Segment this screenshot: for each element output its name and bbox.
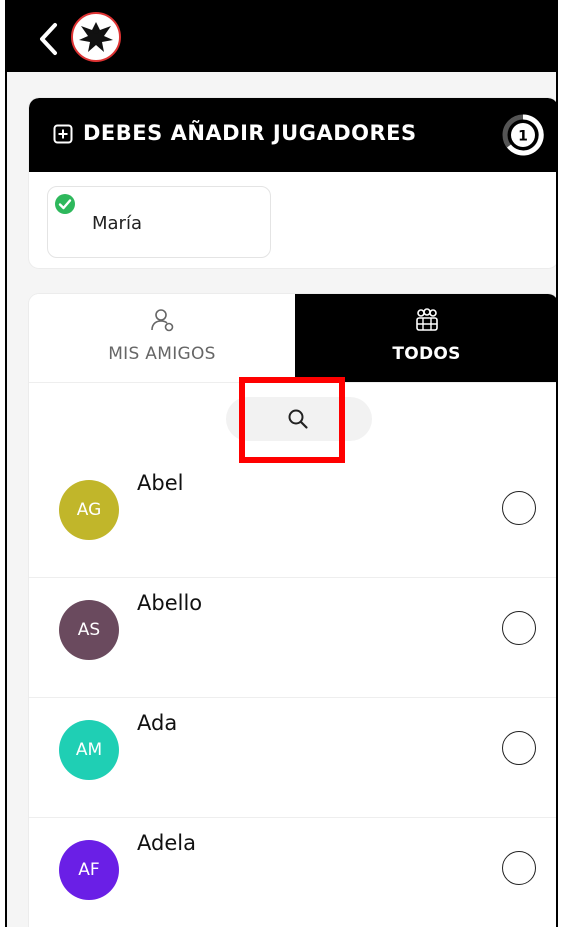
group-icon — [415, 308, 438, 331]
player-row[interactable]: AM Ada — [29, 698, 556, 818]
search-icon — [288, 409, 308, 429]
player-row[interactable]: AF Adela — [29, 818, 556, 927]
player-list-card: MIS AMIGOS TODOS AG Abel AS Abello AM Ad… — [29, 294, 556, 927]
app-frame: DEBES AÑADIR JUGADORES 1 María MIS AMIGO… — [5, 0, 558, 927]
player-name: Abel — [137, 471, 184, 495]
progress-ring-icon: 1 — [502, 114, 544, 156]
back-button[interactable] — [35, 22, 65, 56]
check-circle-icon — [55, 194, 75, 214]
player-row[interactable]: AG Abel — [29, 458, 556, 578]
player-name: Abello — [137, 591, 203, 615]
select-radio[interactable] — [502, 491, 536, 525]
counter-value: 1 — [518, 129, 528, 145]
avatar: AG — [59, 480, 119, 540]
required-players-card: DEBES AÑADIR JUGADORES 1 María — [29, 98, 556, 268]
select-radio[interactable] — [502, 851, 536, 885]
avatar: AM — [59, 720, 119, 780]
player-row[interactable]: AS Abello — [29, 578, 556, 698]
tab-todos[interactable]: TODOS — [295, 294, 556, 382]
club-logo — [71, 12, 121, 62]
avatar: AF — [59, 840, 119, 900]
player-name: Ada — [137, 711, 178, 735]
player-name: Adela — [137, 831, 196, 855]
selected-player-chip[interactable]: María — [47, 186, 271, 258]
tab-todos-label: TODOS — [392, 344, 461, 364]
required-players-header: DEBES AÑADIR JUGADORES 1 — [29, 98, 556, 172]
required-players-title: DEBES AÑADIR JUGADORES — [83, 121, 417, 145]
top-bar — [7, 0, 556, 72]
tabs: MIS AMIGOS TODOS — [29, 294, 556, 383]
tab-mis-amigos[interactable]: MIS AMIGOS — [29, 294, 295, 382]
select-radio[interactable] — [502, 611, 536, 645]
eagle-crest-logo — [75, 16, 117, 58]
user-outline-icon — [151, 309, 174, 332]
search-button[interactable] — [226, 397, 372, 441]
avatar: AS — [59, 600, 119, 660]
players-remaining-counter: 1 — [500, 112, 546, 158]
selected-player-name: María — [92, 213, 142, 234]
select-radio[interactable] — [502, 731, 536, 765]
tab-mis-amigos-label: MIS AMIGOS — [108, 344, 216, 364]
chevron-left-icon — [40, 23, 57, 55]
square-plus-icon — [53, 124, 73, 144]
